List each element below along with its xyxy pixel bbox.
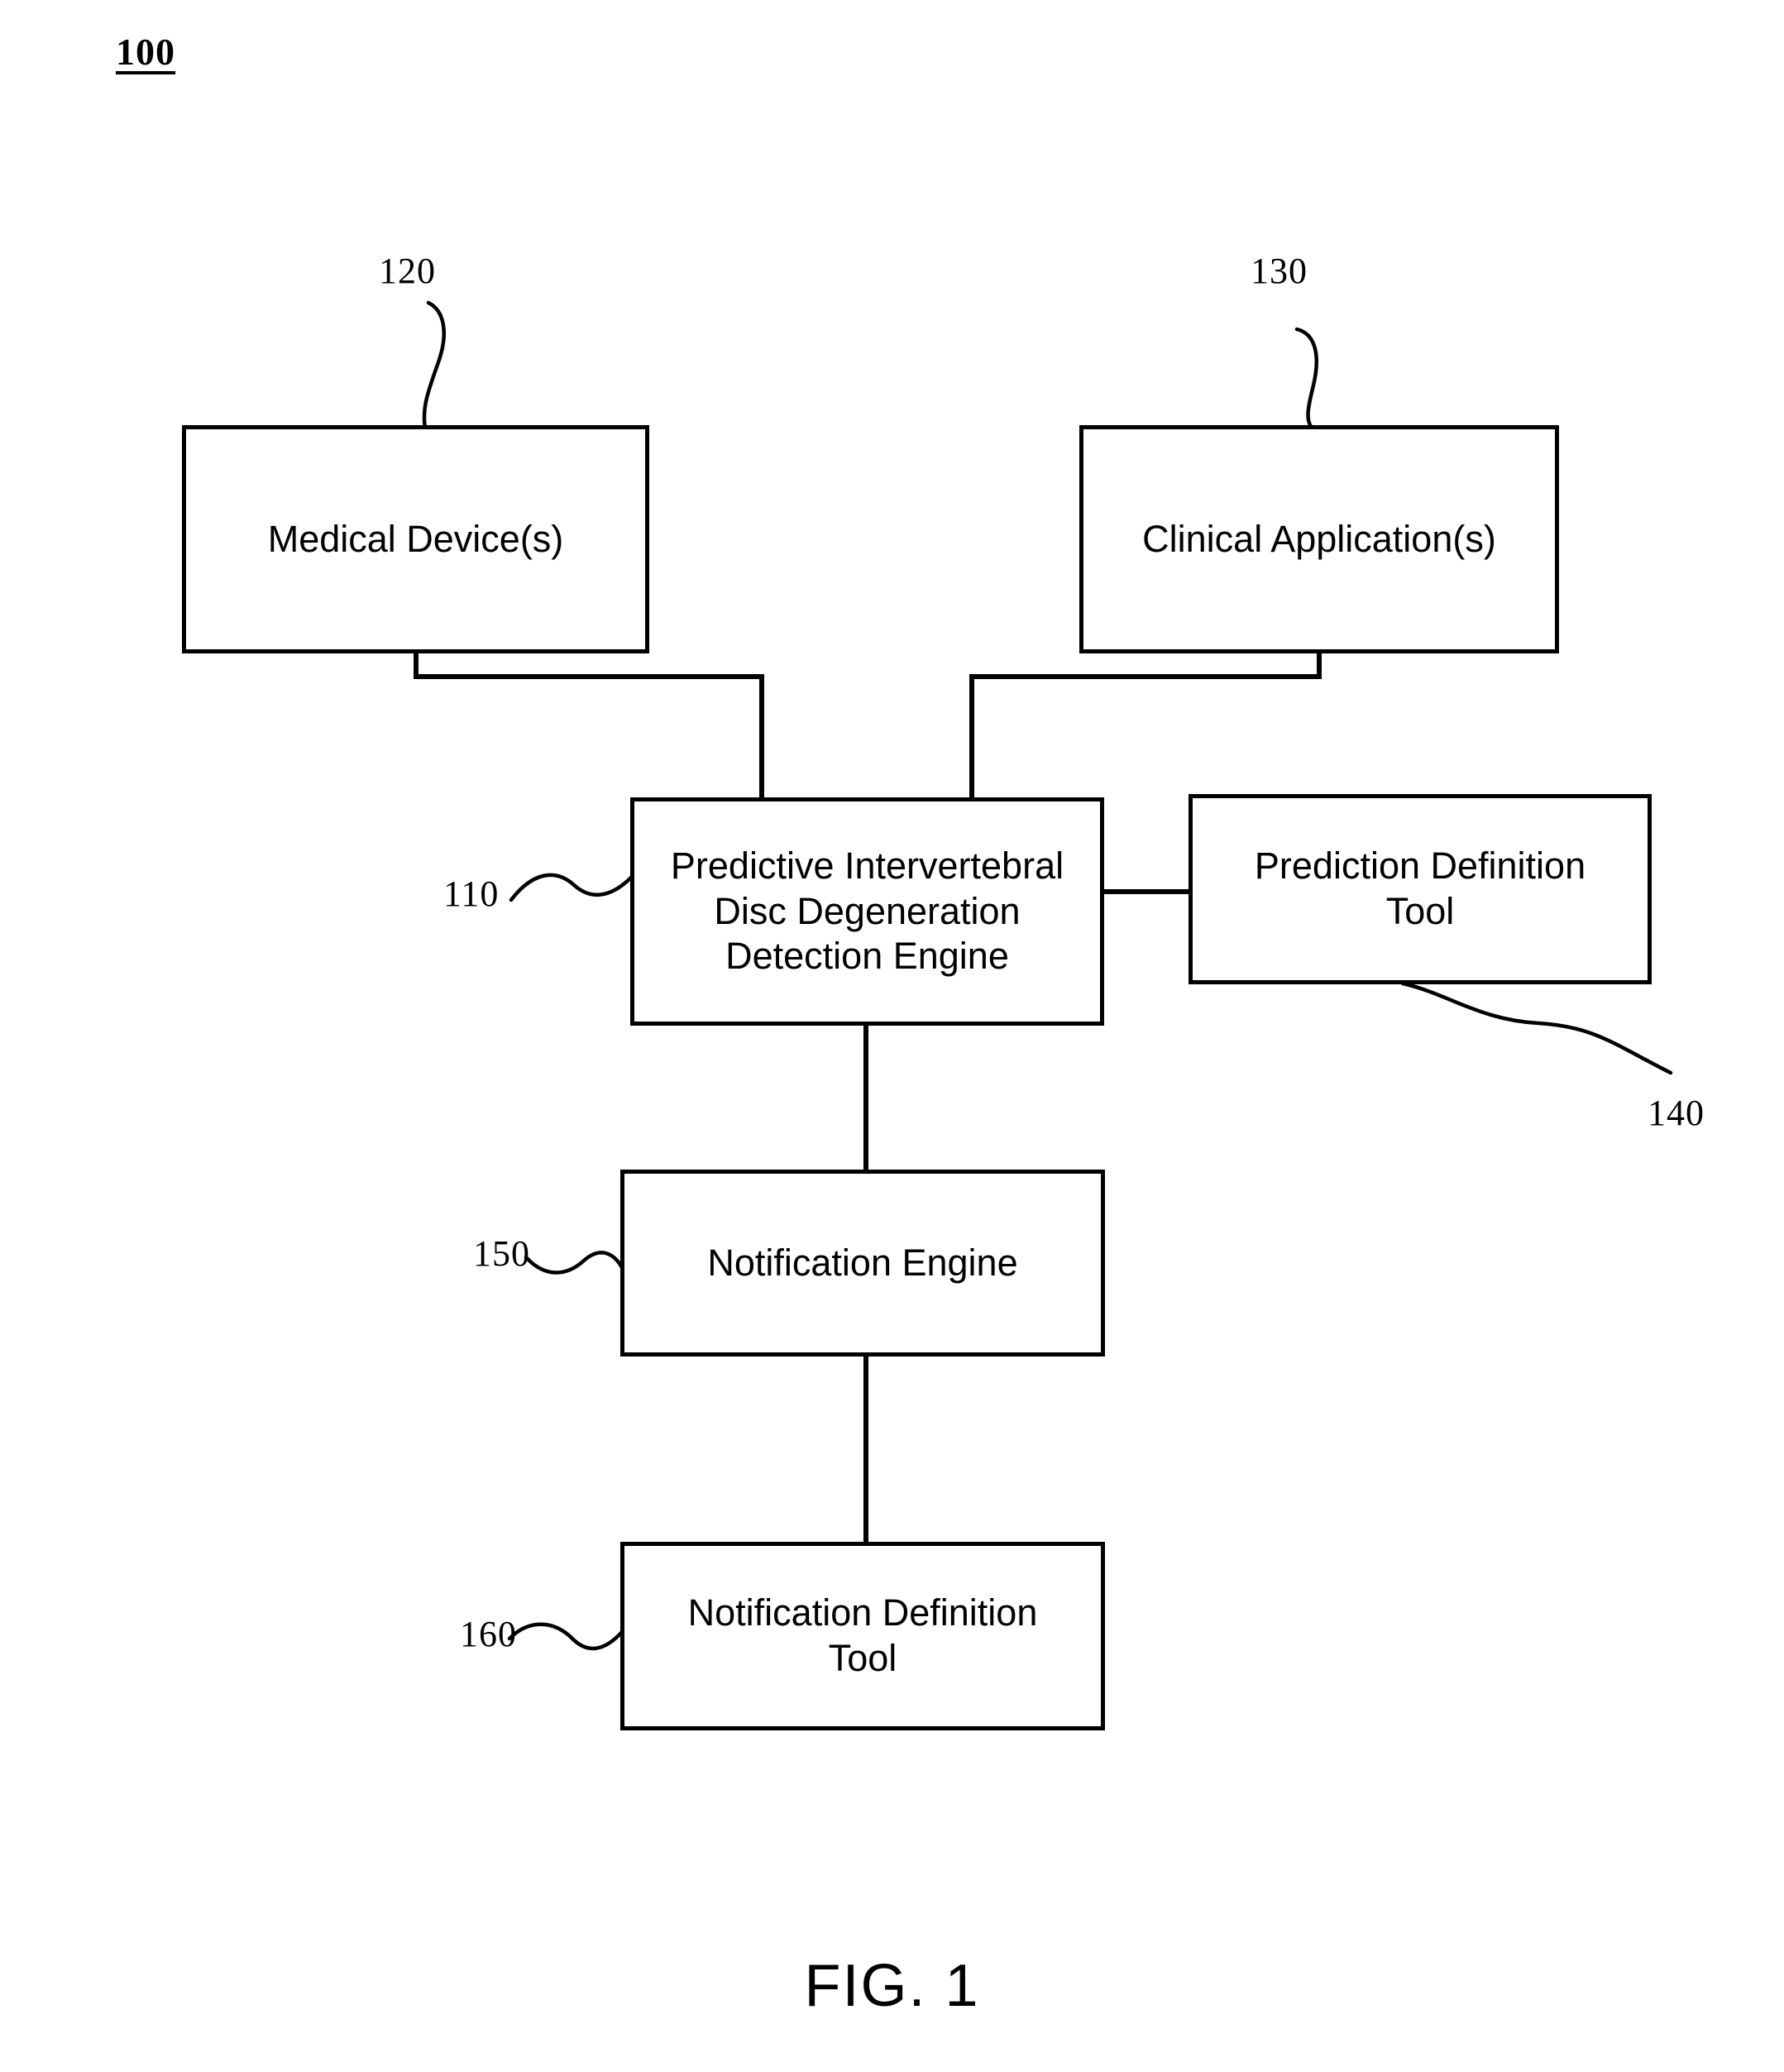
leader-line-140 [1400,981,1673,1075]
node-notification-definition-tool-label: Notification Definition Tool [687,1591,1038,1679]
figure-caption: FIG. 1 [804,1953,980,2019]
patent-figure-1: 100 Medical Device(s) Clinical Applicati… [0,0,1784,2072]
connector-notification-engine-definition-tool [863,1355,868,1543]
connector-engine-prediction-tool [1102,889,1190,894]
node-prediction-definition-tool-label: Prediction Definition Tool [1254,845,1586,932]
node-medical-devices-label: Medical Device(s) [267,517,564,560]
node-detection-engine-label: Predictive Intervertebral Disc Degenerat… [670,844,1064,978]
node-notification-engine-label: Notification Engine [707,1241,1018,1284]
connector-engine-notification-engine [863,1024,868,1173]
leader-line-120 [422,300,446,431]
connector-medical-device-drop [759,674,764,802]
node-prediction-definition-tool[interactable]: Prediction Definition Tool [1189,794,1652,984]
leader-line-160 [507,1622,624,1651]
node-clinical-applications[interactable]: Clinical Application(s) [1079,425,1559,653]
figure-identifier: 100 [116,31,175,73]
reference-numeral-160: 160 [460,1614,517,1654]
connector-clinical-app-horizontal [969,674,1322,679]
reference-numeral-120: 120 [379,251,436,291]
reference-numeral-110: 110 [443,873,500,914]
connector-medical-device-horizontal [414,674,764,679]
connector-clinical-app-drop [969,674,974,802]
node-detection-engine[interactable]: Predictive Intervertebral Disc Degenerat… [630,797,1104,1026]
leader-line-130 [1294,327,1318,434]
reference-numeral-130: 130 [1251,251,1308,291]
reference-numeral-140: 140 [1648,1093,1705,1133]
node-medical-devices[interactable]: Medical Device(s) [182,425,649,653]
leader-line-150 [524,1251,626,1275]
node-notification-engine[interactable]: Notification Engine [620,1170,1105,1357]
leader-line-110 [509,873,634,902]
reference-numeral-150: 150 [473,1233,530,1274]
node-notification-definition-tool[interactable]: Notification Definition Tool [620,1542,1105,1730]
node-clinical-applications-label: Clinical Application(s) [1142,517,1496,560]
